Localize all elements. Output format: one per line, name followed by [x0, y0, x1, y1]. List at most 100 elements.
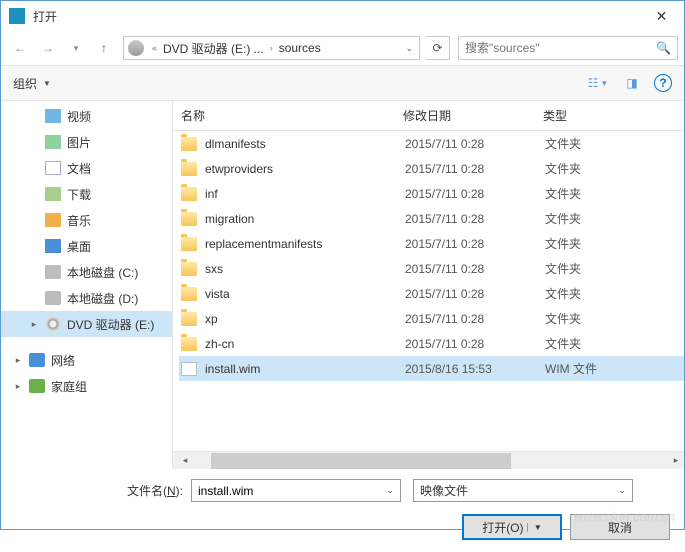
close-button[interactable]: ✕ [639, 1, 684, 31]
tree-caret-icon: ▸ [29, 319, 39, 330]
help-button[interactable]: ? [654, 74, 672, 92]
file-date: 2015/7/11 0:28 [405, 237, 545, 251]
file-type: 文件夹 [545, 160, 581, 177]
horizontal-scrollbar[interactable]: ◂ ▸ [173, 451, 684, 469]
file-type: 文件夹 [545, 235, 581, 252]
sidebar-item[interactable]: 桌面 [1, 233, 172, 259]
sidebar-item[interactable]: 本地磁盘 (D:) [1, 285, 172, 311]
footer: 文件名(N): ⌄ 映像文件 ⌄ 打开(O) ▼ 取消 [1, 469, 684, 552]
breadcrumb-item[interactable]: DVD 驱动器 (E:) ... [161, 40, 266, 57]
titlebar: 打开 ✕ [1, 1, 684, 31]
item-icon [45, 291, 61, 305]
file-date: 2015/7/11 0:28 [405, 162, 545, 176]
sidebar-item[interactable]: 视频 [1, 103, 172, 129]
sidebar-item[interactable]: 音乐 [1, 207, 172, 233]
file-list[interactable]: dlmanifests2015/7/11 0:28文件夹etwproviders… [173, 131, 684, 451]
open-button[interactable]: 打开(O) ▼ [462, 514, 562, 540]
file-date: 2015/7/11 0:28 [405, 262, 545, 276]
file-row[interactable]: dlmanifests2015/7/11 0:28文件夹 [179, 131, 684, 156]
file-type: 文件夹 [545, 210, 581, 227]
file-pane: 名称 修改日期 类型 dlmanifests2015/7/11 0:28文件夹e… [173, 101, 684, 469]
breadcrumb[interactable]: « DVD 驱动器 (E:) ... › sources ⌄ [123, 36, 420, 60]
item-icon [45, 161, 61, 175]
back-button[interactable]: ← [7, 35, 33, 61]
file-name: dlmanifests [205, 137, 405, 151]
item-icon [45, 213, 61, 227]
col-date[interactable]: 修改日期 [403, 107, 543, 124]
file-row[interactable]: sxs2015/7/11 0:28文件夹 [179, 256, 684, 281]
sidebar-item[interactable]: 本地磁盘 (C:) [1, 259, 172, 285]
file-type: 文件夹 [545, 260, 581, 277]
chevron-down-icon[interactable]: ⌄ [618, 485, 626, 496]
file-row[interactable]: vista2015/7/11 0:28文件夹 [179, 281, 684, 306]
file-type: 文件夹 [545, 135, 581, 152]
sidebar-item[interactable]: 文档 [1, 155, 172, 181]
sidebar-item[interactable]: 下载 [1, 181, 172, 207]
refresh-button[interactable]: ⟳ [426, 36, 450, 60]
sidebar-item[interactable]: 图片 [1, 129, 172, 155]
file-name: zh-cn [205, 337, 405, 351]
filter-label: 映像文件 [420, 482, 618, 499]
search-input[interactable] [465, 41, 656, 55]
window-title: 打开 [33, 8, 639, 25]
filename-combo[interactable]: ⌄ [191, 479, 401, 502]
file-name: sxs [205, 262, 405, 276]
file-date: 2015/8/16 15:53 [405, 362, 545, 376]
sidebar-item-label: 家庭组 [51, 378, 87, 395]
folder-icon [181, 162, 197, 176]
search-icon[interactable]: 🔍 [656, 41, 671, 55]
file-row[interactable]: replacementmanifests2015/7/11 0:28文件夹 [179, 231, 684, 256]
file-date: 2015/7/11 0:28 [405, 287, 545, 301]
sidebar-item-label: 图片 [67, 134, 91, 151]
file-row[interactable]: install.wim2015/8/16 15:53WIM 文件 [179, 356, 684, 381]
sidebar-item-label: 本地磁盘 (C:) [67, 264, 138, 281]
item-icon [45, 316, 61, 332]
sidebar-item[interactable]: ▸家庭组 [1, 373, 172, 399]
breadcrumb-item[interactable]: sources [277, 41, 323, 55]
cancel-button[interactable]: 取消 [570, 514, 670, 540]
search-box[interactable]: 🔍 [458, 36, 678, 60]
sidebar-item[interactable]: ▸网络 [1, 347, 172, 373]
sidebar-item-label: 本地磁盘 (D:) [67, 290, 138, 307]
toolbar: 组织 ▼ ☷ ▼ ◨ ? [1, 65, 684, 101]
file-name: vista [205, 287, 405, 301]
organize-menu[interactable]: 组织 ▼ [13, 75, 51, 92]
preview-pane-button[interactable]: ◨ [620, 73, 644, 93]
sidebar: 视频图片文档下载音乐桌面本地磁盘 (C:) 本地磁盘 (D:) ▸DVD 驱动器 (… [1, 101, 173, 469]
col-type[interactable]: 类型 [543, 107, 684, 124]
filename-input[interactable] [198, 484, 386, 498]
chevron-down-icon[interactable]: ⌄ [386, 485, 394, 496]
file-name: etwproviders [205, 162, 405, 176]
col-name[interactable]: 名称 [181, 107, 403, 124]
file-name: xp [205, 312, 405, 326]
item-icon [29, 353, 45, 367]
scroll-right-icon[interactable]: ▸ [668, 453, 684, 469]
filter-combo[interactable]: 映像文件 ⌄ [413, 479, 633, 502]
file-row[interactable]: etwproviders2015/7/11 0:28文件夹 [179, 156, 684, 181]
view-menu[interactable]: ☷ ▼ [586, 73, 610, 93]
up-button[interactable]: ↑ [91, 35, 117, 61]
file-type: 文件夹 [545, 335, 581, 352]
sidebar-item[interactable]: ▸DVD 驱动器 (E:) [1, 311, 172, 337]
recent-dropdown[interactable]: ▾ [63, 35, 89, 61]
chevron-down-icon: ▼ [43, 79, 51, 88]
file-date: 2015/7/11 0:28 [405, 212, 545, 226]
file-date: 2015/7/11 0:28 [405, 137, 545, 151]
file-row[interactable]: xp2015/7/11 0:28文件夹 [179, 306, 684, 331]
folder-icon [181, 312, 197, 326]
column-headers: 名称 修改日期 类型 [173, 101, 684, 131]
file-row[interactable]: zh-cn2015/7/11 0:28文件夹 [179, 331, 684, 356]
scroll-left-icon[interactable]: ◂ [177, 453, 193, 469]
file-row[interactable]: migration2015/7/11 0:28文件夹 [179, 206, 684, 231]
breadcrumb-dropdown[interactable]: ⌄ [399, 43, 419, 54]
forward-button[interactable]: → [35, 35, 61, 61]
item-icon [45, 265, 61, 279]
file-row[interactable]: inf2015/7/11 0:28文件夹 [179, 181, 684, 206]
scroll-thumb[interactable] [211, 453, 511, 469]
file-date: 2015/7/11 0:28 [405, 337, 545, 351]
chevron-right-icon: › [266, 43, 277, 53]
file-name: migration [205, 212, 405, 226]
file-name: replacementmanifests [205, 237, 405, 251]
folder-icon [181, 212, 197, 226]
item-icon [45, 239, 61, 253]
